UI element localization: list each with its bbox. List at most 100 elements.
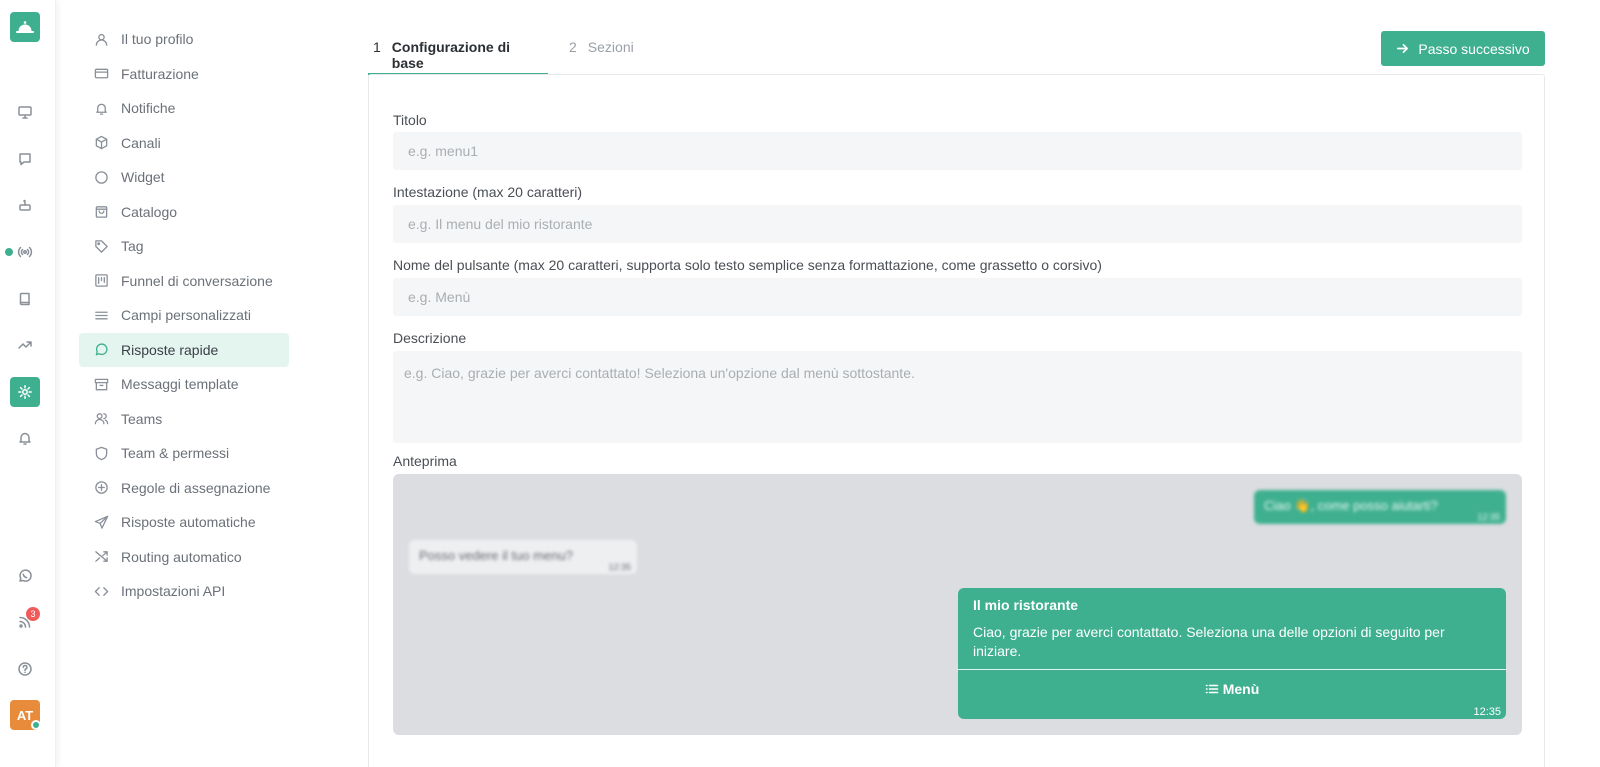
- card-title: Il mio ristorante: [973, 597, 1079, 613]
- step-tabs: 1 Configurazione di base 2 Sezioni: [368, 30, 637, 75]
- box-icon: [95, 136, 108, 150]
- tab-basic-config[interactable]: 1 Configurazione di base: [368, 30, 548, 75]
- menu-item-templates[interactable]: Messaggi template: [79, 367, 289, 402]
- message-time: 12:35: [608, 562, 631, 572]
- next-step-label: Passo successivo: [1418, 40, 1530, 57]
- message-time: 12:35: [1477, 512, 1500, 522]
- code-icon: [94, 586, 109, 596]
- menu-item-auto-routing[interactable]: Routing automatico: [79, 540, 289, 575]
- title-label: Titolo: [393, 112, 427, 128]
- card-menu-button[interactable]: Menù: [958, 670, 1506, 708]
- menu-item-label: Teams: [121, 410, 163, 427]
- menu-item-channels[interactable]: Canali: [79, 126, 289, 161]
- menu-item-label: Tag: [121, 238, 144, 255]
- menu-item-label: Risposte automatiche: [121, 514, 256, 531]
- tag-icon: [95, 239, 108, 253]
- menu-item-widget[interactable]: Widget: [79, 160, 289, 195]
- description-label: Descrizione: [393, 330, 467, 346]
- tab-label: Sezioni: [587, 39, 634, 55]
- settings-icon[interactable]: [10, 377, 40, 407]
- arrow-right-icon: [1397, 43, 1409, 54]
- send-icon: [94, 515, 109, 529]
- menu-item-funnel[interactable]: Funnel di conversazione: [79, 264, 289, 299]
- menu-item-label: Fatturazione: [121, 65, 199, 82]
- credit-card-icon: [94, 68, 109, 79]
- menu-item-teams[interactable]: Teams: [79, 402, 289, 437]
- menu-item-label: Funnel di conversazione: [121, 272, 273, 289]
- menu-item-label: Canali: [121, 134, 161, 151]
- monitor-icon[interactable]: [13, 100, 37, 124]
- card-time: 12:35: [1473, 706, 1501, 718]
- bell-icon[interactable]: [13, 426, 37, 450]
- menu-item-catalog[interactable]: Catalogo: [79, 195, 289, 230]
- users-icon: [94, 413, 109, 425]
- plus-circle-icon: [95, 481, 108, 495]
- menu-item-label: Notifiche: [121, 100, 176, 117]
- live-status-dot: [5, 248, 13, 256]
- menu-item-notifications[interactable]: Notifiche: [79, 91, 289, 126]
- menu-item-label: Risposte rapide: [121, 341, 219, 358]
- menu-item-quick-replies[interactable]: Risposte rapide: [79, 332, 289, 367]
- shopping-bag-icon: [95, 206, 108, 219]
- header-input[interactable]: [393, 205, 1522, 243]
- kanban-icon: [95, 274, 108, 288]
- icon-rail: 3 AT: [0, 0, 56, 767]
- outgoing-message-text: Ciao 👋, come posso aiutarti?: [1264, 498, 1438, 513]
- book-icon[interactable]: [13, 287, 37, 311]
- circle-icon: [95, 170, 108, 184]
- chat-preview: Ciao 👋, come posso aiutarti? 12:35 Posso…: [393, 474, 1522, 735]
- next-step-button[interactable]: Passo successivo: [1381, 31, 1545, 66]
- online-status-dot: [31, 720, 41, 730]
- menu-item-label: Campi personalizzati: [121, 307, 251, 324]
- card-menu-button-label: Menù: [1222, 681, 1260, 697]
- lines-icon: [95, 311, 108, 320]
- outgoing-message: Ciao 👋, come posso aiutarti? 12:35: [1254, 490, 1506, 524]
- menu-item-profile[interactable]: Il tuo profilo: [79, 22, 289, 57]
- shuffle-icon: [95, 551, 108, 563]
- incoming-message-text: Posso vedere il tuo menu?: [419, 548, 573, 563]
- tab-sections[interactable]: 2 Sezioni: [564, 30, 637, 75]
- button-name-input[interactable]: [393, 278, 1522, 316]
- bot-icon[interactable]: [13, 193, 37, 217]
- description-textarea[interactable]: [393, 351, 1522, 443]
- menu-item-custom-fields[interactable]: Campi personalizzati: [79, 298, 289, 333]
- broadcast-icon[interactable]: [13, 240, 37, 264]
- help-icon[interactable]: [13, 657, 37, 681]
- whatsapp-icon[interactable]: [13, 564, 37, 588]
- tab-label: Configurazione di base: [391, 39, 511, 71]
- message-circle-icon: [95, 343, 108, 356]
- title-input[interactable]: [393, 132, 1522, 170]
- list-icon: [1205, 684, 1219, 694]
- menu-item-label: Impostazioni API: [121, 583, 226, 600]
- bell-service-icon[interactable]: [10, 12, 40, 42]
- list-message-card: Il mio ristorante Ciao, grazie per averc…: [958, 588, 1506, 719]
- form-panel: Titolo Intestazione (max 20 caratteri) N…: [368, 74, 1545, 767]
- menu-item-assignment-rules[interactable]: Regole di assegnazione: [79, 471, 289, 506]
- menu-item-label: Routing automatico: [121, 548, 242, 565]
- chat-icon[interactable]: [13, 147, 37, 171]
- menu-item-permissions[interactable]: Team & permessi: [79, 436, 289, 471]
- app-root: 3 AT Il tuo profilo Fatturazione Notific…: [0, 0, 1600, 767]
- menu-item-label: Catalogo: [121, 203, 178, 220]
- menu-item-billing[interactable]: Fatturazione: [79, 57, 289, 92]
- menu-item-label: Il tuo profilo: [121, 31, 194, 48]
- menu-item-auto-replies[interactable]: Risposte automatiche: [79, 505, 289, 540]
- menu-item-label: Team & permessi: [121, 445, 230, 462]
- menu-item-api-settings[interactable]: Impostazioni API: [79, 574, 289, 609]
- user-icon: [95, 33, 108, 46]
- menu-item-tag[interactable]: Tag: [79, 229, 289, 264]
- bell-icon: [96, 103, 107, 115]
- menu-item-label: Widget: [121, 169, 165, 186]
- trending-icon[interactable]: [13, 333, 37, 357]
- card-body: Ciao, grazie per averci contattato. Sele…: [973, 624, 1445, 659]
- menu-item-label: Regole di assegnazione: [121, 479, 271, 496]
- header-label: Intestazione (max 20 caratteri): [393, 184, 583, 200]
- tab-number: 1: [373, 39, 381, 55]
- shield-icon: [95, 446, 108, 460]
- incoming-message: Posso vedere il tuo menu? 12:35: [409, 540, 637, 574]
- tab-number: 2: [569, 39, 577, 55]
- notification-badge: 3: [26, 607, 40, 621]
- menu-item-label: Messaggi template: [121, 376, 239, 393]
- main-content: 1 Configurazione di base 2 Sezioni Passo…: [368, 0, 1545, 767]
- button-name-label: Nome del pulsante (max 20 caratteri, sup…: [393, 257, 1102, 273]
